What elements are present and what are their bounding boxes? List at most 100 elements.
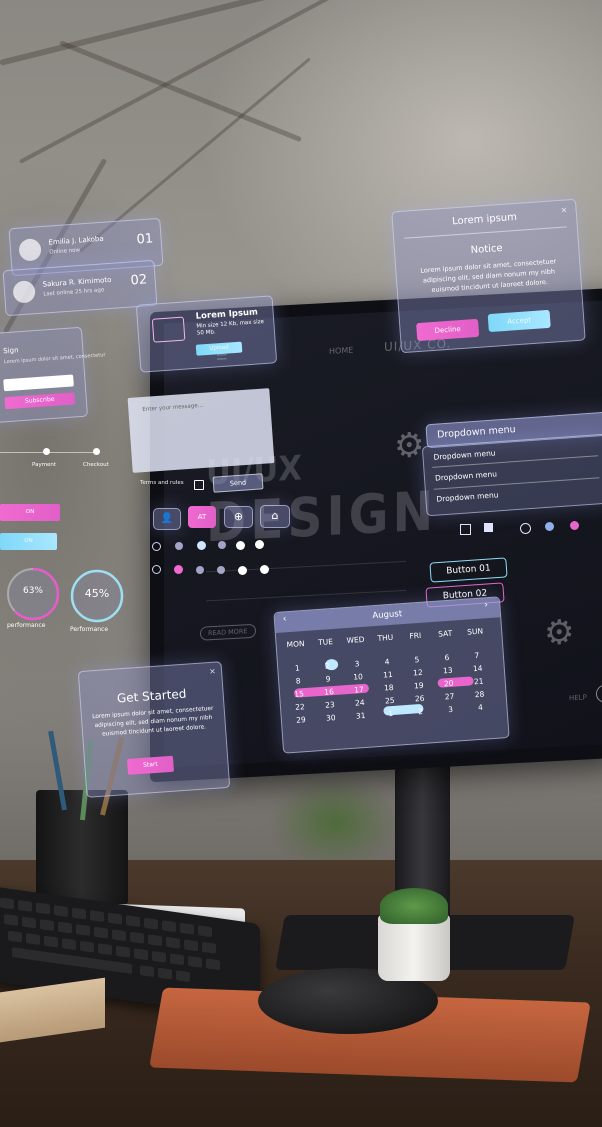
step-label: Checkout — [83, 462, 109, 468]
day[interactable]: 21 — [469, 676, 488, 687]
read-more-button[interactable]: READ MORE — [200, 623, 256, 641]
upload-button[interactable]: Upload — [195, 341, 243, 356]
close-icon[interactable]: × — [209, 667, 216, 676]
start-button[interactable]: Start — [126, 755, 174, 775]
step-dot[interactable] — [93, 448, 100, 455]
radio-icon[interactable] — [545, 522, 554, 531]
at-icon[interactable]: AT — [188, 506, 216, 528]
radio-option[interactable] — [260, 565, 269, 574]
radio-option[interactable] — [196, 566, 204, 574]
get-started-body: Lorem ipsum dolor sit amet, consectetuer… — [92, 705, 214, 738]
radio-option[interactable] — [174, 565, 183, 574]
contact-number: 01 — [136, 231, 154, 248]
on-button[interactable]: ON — [0, 533, 57, 550]
gauge-label: Performance — [70, 626, 109, 633]
contact-status: Last online 25 hrs ago — [43, 287, 105, 298]
day[interactable]: 25 — [380, 696, 399, 706]
weekday-label: FRI — [409, 630, 422, 641]
day[interactable]: 10 — [349, 672, 368, 682]
day[interactable]: 3 — [348, 659, 367, 669]
weekday-label: SUN — [466, 626, 484, 637]
message-textarea[interactable]: Enter your message... — [127, 388, 275, 473]
day[interactable]: 2 — [318, 661, 337, 671]
decline-button[interactable]: Decline — [416, 318, 480, 342]
day[interactable]: 14 — [468, 663, 487, 674]
terms-checkbox[interactable] — [194, 480, 204, 490]
form-title: Sign — [2, 346, 19, 356]
contact-number: 02 — [130, 272, 148, 289]
close-icon[interactable]: × — [560, 205, 567, 214]
checkbox-icon[interactable] — [484, 523, 493, 532]
home-icon[interactable]: ⌂ — [260, 505, 290, 528]
weekday-label: TUE — [317, 637, 334, 648]
day[interactable]: 4 — [471, 702, 490, 712]
on-button[interactable]: ON — [0, 504, 60, 521]
day[interactable]: 29 — [292, 715, 311, 725]
dropdown-list: Dropdown menu Dropdown menu Dropdown men… — [421, 433, 602, 517]
day[interactable]: 16 — [320, 687, 339, 697]
user-icon[interactable]: 👤 — [153, 508, 181, 530]
day[interactable]: 15 — [290, 689, 309, 699]
dropdown-item[interactable]: Dropdown menu — [433, 448, 496, 461]
help-label: HELP — [569, 693, 587, 703]
accept-button[interactable]: Accept — [487, 309, 551, 333]
day[interactable]: 1 — [381, 709, 400, 719]
image-icon — [151, 316, 186, 343]
dropdown-item[interactable]: Dropdown menu — [436, 490, 499, 503]
day[interactable]: 26 — [410, 693, 429, 704]
checkbox-icon[interactable] — [460, 524, 471, 535]
day[interactable]: 2 — [411, 706, 430, 716]
terms-label: Terms and rules — [140, 480, 184, 486]
day[interactable]: 30 — [322, 713, 341, 723]
contact-card[interactable]: Sakura R. Kimimoto Last online 25 hrs ag… — [2, 259, 158, 317]
day[interactable]: 20 — [439, 678, 458, 689]
day[interactable]: 7 — [468, 650, 487, 660]
radio-option[interactable] — [175, 542, 183, 550]
radio-option[interactable] — [217, 566, 225, 574]
next-month-icon[interactable]: › — [484, 600, 488, 610]
day[interactable]: 5 — [408, 655, 427, 665]
form-subtitle: Lorem ipsum dolor sit amet, consectetur — [3, 352, 106, 366]
day[interactable]: 4 — [378, 657, 397, 667]
screen-paragraph — [206, 560, 406, 602]
email-field[interactable] — [3, 374, 74, 392]
day[interactable]: 6 — [438, 652, 457, 662]
plant-pot — [378, 915, 450, 981]
day[interactable]: 19 — [410, 681, 429, 691]
day[interactable]: 13 — [439, 665, 458, 676]
step-dot[interactable] — [43, 448, 50, 455]
day[interactable]: 31 — [351, 711, 370, 721]
day[interactable]: 12 — [409, 668, 428, 678]
gear-icon: ⚙ — [544, 612, 575, 654]
day[interactable]: 24 — [351, 698, 370, 708]
radio-option[interactable] — [236, 541, 245, 550]
day[interactable]: 22 — [291, 702, 310, 712]
gear-icon: ⚙ — [394, 424, 425, 467]
plus-icon[interactable]: ⊕ — [224, 506, 253, 528]
day[interactable]: 3 — [441, 704, 460, 714]
weekday-label: SAT — [437, 628, 453, 639]
radio-option[interactable] — [197, 541, 206, 550]
day[interactable]: 18 — [380, 683, 399, 693]
radio-option[interactable] — [255, 540, 264, 549]
radio-icon[interactable] — [570, 521, 579, 530]
radio-icon[interactable] — [520, 523, 531, 534]
step-label: Payment — [32, 462, 57, 468]
day[interactable]: 1 — [288, 663, 307, 673]
avatar — [12, 280, 36, 304]
bg-branch — [0, 0, 409, 66]
day[interactable]: 23 — [321, 700, 340, 710]
subscribe-button[interactable]: Subscribe — [4, 392, 76, 410]
day[interactable]: 9 — [319, 674, 338, 684]
radio-option[interactable] — [218, 541, 226, 549]
day[interactable]: 11 — [379, 670, 398, 680]
day[interactable]: 27 — [440, 691, 459, 702]
dropdown-item[interactable]: Dropdown menu — [435, 469, 498, 482]
help-icon[interactable]: ? — [596, 683, 602, 703]
day[interactable]: 8 — [289, 676, 308, 686]
upload-card: Lorem Ipsum Min size 12 Kb, max size 50 … — [135, 295, 278, 373]
day[interactable]: 28 — [470, 689, 489, 700]
contact-status: Online now — [49, 247, 81, 256]
day[interactable]: 17 — [350, 685, 369, 695]
radio-option[interactable] — [238, 566, 247, 575]
